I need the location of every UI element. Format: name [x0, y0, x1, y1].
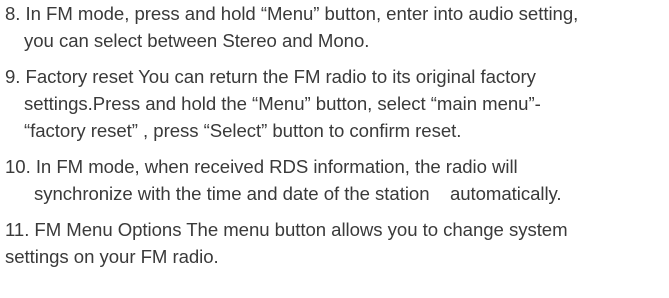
item-8-line-1: 8. In FM mode, press and hold “Menu” but… — [5, 3, 579, 24]
item-9-line-2: settings.Press and hold the “Menu” butto… — [24, 93, 541, 114]
instruction-item-10: 10. In FM mode, when received RDS inform… — [5, 153, 667, 207]
instruction-item-9: 9. Factory reset You can return the FM r… — [5, 63, 667, 144]
instruction-item-11: 11. FM Menu Options The menu button allo… — [5, 216, 667, 270]
item-11-line-1: 11. FM Menu Options The menu button allo… — [5, 219, 568, 240]
instruction-item-8: 8. In FM mode, press and hold “Menu” but… — [5, 0, 667, 54]
item-10-line-2: synchronize with the time and date of th… — [34, 183, 562, 204]
item-9-line-3: “factory reset” , press “Select” button … — [24, 120, 462, 141]
item-8-line-2: you can select between Stereo and Mono. — [24, 30, 370, 51]
document-page: 8. In FM mode, press and hold “Menu” but… — [0, 0, 669, 298]
item-9-line-1: 9. Factory reset You can return the FM r… — [5, 66, 536, 87]
item-10-line-1: 10. In FM mode, when received RDS inform… — [5, 156, 518, 177]
item-11-line-2: settings on your FM radio. — [5, 246, 219, 267]
